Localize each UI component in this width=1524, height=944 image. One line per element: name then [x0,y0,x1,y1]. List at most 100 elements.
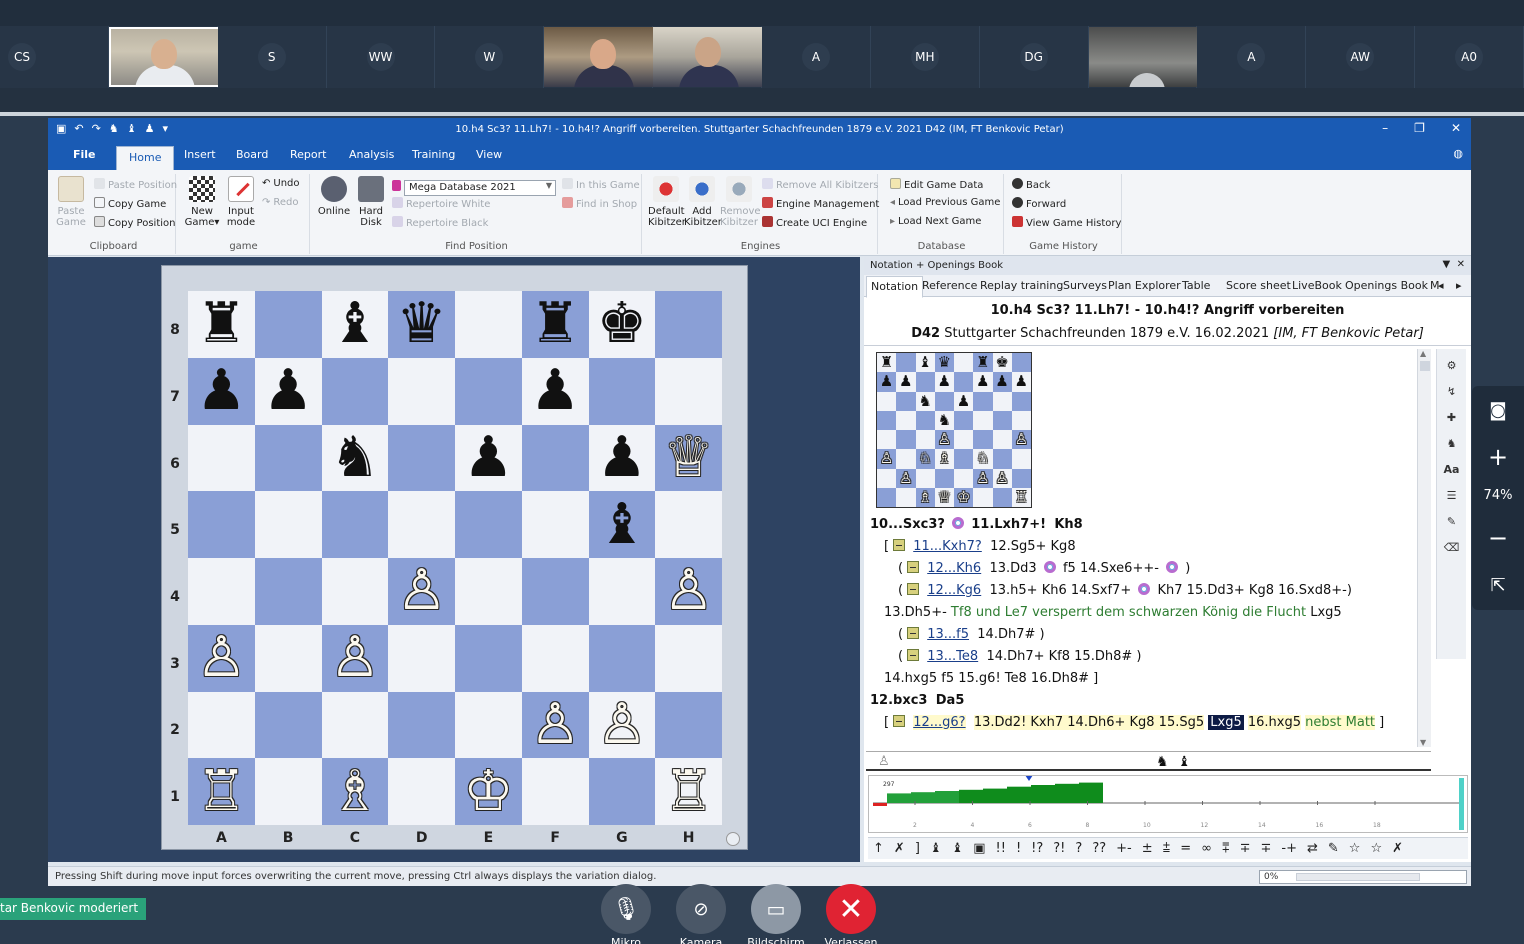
repertoire-white-button[interactable]: Repertoire White [392,197,490,210]
move[interactable]: 12.Sg5+ Kg8 [990,539,1076,554]
close-icon[interactable]: ✕ [1457,259,1465,270]
black-piece-icon[interactable]: ♝ [597,496,647,553]
tab-file[interactable]: File [73,148,96,161]
move[interactable]: 13...f5 [927,627,969,642]
engine-management-button[interactable]: Engine Management [762,197,879,210]
board-square[interactable]: ♟ [521,357,589,425]
white-piece-icon[interactable]: ♕ [664,429,714,486]
board-square[interactable] [388,424,455,492]
board-square[interactable] [655,624,722,692]
board-square[interactable] [388,624,455,692]
board-square[interactable] [588,624,656,692]
participant-tile[interactable]: MH [870,26,980,88]
black-piece-icon[interactable]: ♞ [330,429,380,486]
board-square[interactable] [388,491,455,558]
tab-training[interactable]: Training [412,148,455,161]
new-game-button[interactable]: New Game▾ [184,176,220,228]
remove-kibitzer-button[interactable]: Remove Kibitzer [720,176,761,228]
insert-tool-icon[interactable]: ✚ [1441,407,1463,427]
white-piece-icon[interactable]: ♙ [397,563,447,619]
annotation-symbol-button[interactable]: ♝ [947,841,969,856]
board-square[interactable] [455,558,522,625]
board-square[interactable]: ♖ [188,758,255,825]
annotation-symbol-button[interactable]: ?! [1048,841,1070,856]
collapse-variation-icon[interactable] [907,649,920,661]
find-in-shop-button[interactable]: Find in Shop [562,197,637,210]
board-square[interactable] [455,624,522,692]
add-kibitzer-button[interactable]: Add Kibitzer [684,176,722,228]
move[interactable]: 12...g6? [913,715,966,730]
white-piece-icon[interactable]: ♗ [330,763,380,820]
board-square[interactable]: ♝ [321,291,389,358]
annotation-symbol-button[interactable]: = [1175,841,1196,856]
input-mode-button[interactable]: Input mode [224,176,258,228]
tab-reference[interactable]: Reference [922,279,977,292]
white-piece-icon[interactable]: ♙ [196,630,246,686]
tab-plan-explorer[interactable]: Plan Explorer [1108,279,1181,292]
participant-tile[interactable]: S [217,26,327,88]
paste-position-button[interactable]: Paste Position [94,178,177,191]
move[interactable]: 13.Dd2! Kxh7 14.Dh6+ Kg8 15.Sg5 [973,715,1205,730]
current-move[interactable]: Lxg5 [1208,715,1244,730]
board-square[interactable] [254,291,322,358]
tab-view[interactable]: View [476,148,502,161]
tree-tool-icon[interactable]: ☰ [1441,485,1463,505]
board-square[interactable] [521,424,589,492]
annotation-symbol-button[interactable]: ✗ [889,841,910,856]
strip-divider[interactable] [0,112,1524,116]
copy-position-button[interactable]: Copy Position [94,216,175,229]
collapse-variation-icon[interactable] [907,627,920,639]
participant-tile[interactable]: CS [0,26,109,88]
annotation-symbol-button[interactable]: ↑ [868,841,889,856]
participant-video-tile[interactable] [653,26,766,88]
collapse-variation-icon[interactable] [907,561,920,573]
board-square[interactable] [588,558,656,625]
notation-view[interactable]: ♜ ♝ ♛ ♜ ♚ ♟ ♟ ♟ ♟ ♟ ♟ ♞ ♟ ♞ ♙ ♙ ♙ ♘ ♗ ♘ ♙ ♙ ♙ ♗ ♕ ♔ ♖ 10...Sxc3? 1… [866,347,1414,747]
white-piece-icon[interactable]: ♙ [330,630,380,686]
chevron-right-icon[interactable]: ▸ [1456,279,1462,292]
board-square[interactable] [655,291,722,358]
participant-video-tile[interactable] [544,26,657,88]
move[interactable]: 12...Kh6 [927,561,981,576]
pen-tool-icon[interactable]: ✎ [1441,511,1463,531]
move[interactable]: f5 14.Sxe6++- [1063,561,1159,576]
board-square[interactable] [254,691,322,759]
edit-game-data-button[interactable]: Edit Game Data [890,178,983,191]
board-square[interactable] [655,491,722,558]
board-square[interactable] [588,357,656,425]
board-square[interactable]: ♟ [588,424,656,492]
pop-out-icon[interactable]: ⇱ [1484,571,1512,599]
eraser-tool-icon[interactable]: ⌫ [1441,537,1463,557]
tab-home[interactable]: Home [116,146,175,170]
in-this-game-button[interactable]: In this Game [562,178,640,191]
hard-disk-button[interactable]: Hard Disk [354,176,388,228]
board-square[interactable] [388,758,455,825]
board-square[interactable] [321,558,389,625]
annotation-symbol-button[interactable]: ] [910,841,925,856]
board-square[interactable] [655,357,722,425]
tab-insert[interactable]: Insert [184,148,216,161]
figure-tool-icon[interactable]: ♞ [1441,433,1463,453]
white-piece-icon[interactable]: ♖ [664,763,714,820]
default-kibitzer-button[interactable]: Default Kibitzer [648,176,686,228]
annotation-symbol-button[interactable]: ♝ [925,841,947,856]
board-square[interactable]: ♖ [655,758,722,825]
move[interactable]: 14.Dh7# ) [977,627,1044,642]
copy-game-button[interactable]: Copy Game [94,197,166,210]
tab-report[interactable]: Report [290,148,326,161]
annotation-symbol-button[interactable]: ⩱ [1217,841,1235,856]
collapse-variation-icon[interactable] [893,539,906,551]
camera-button[interactable]: ⊘ [676,884,726,934]
move[interactable]: 11...Kxh7? [913,539,982,554]
move[interactable]: Kh8 [1054,517,1082,532]
board-square[interactable] [254,758,322,825]
board-square[interactable] [321,691,389,759]
leave-button[interactable]: ✕ [826,884,876,934]
board-square[interactable]: ♕ [655,424,722,492]
annotation-symbol-button[interactable]: +- [1111,841,1137,856]
white-piece-icon[interactable]: ♖ [196,763,246,820]
black-piece-icon[interactable]: ♝ [330,296,380,352]
camera-icon[interactable]: ◙ [1484,396,1512,424]
online-button[interactable]: Online [316,176,352,217]
board-square[interactable] [455,691,522,759]
